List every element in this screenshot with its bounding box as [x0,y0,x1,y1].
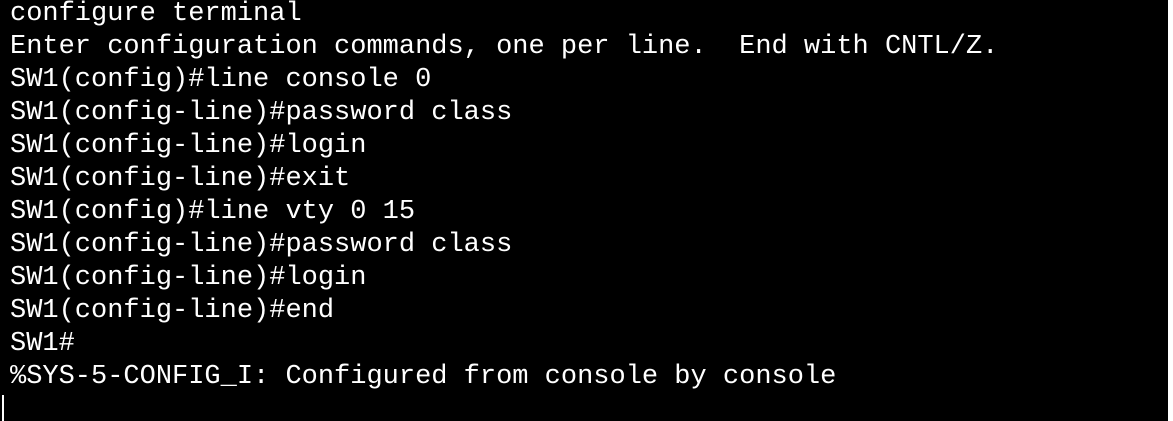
terminal-line-exit: SW1(config-line)#exit [10,164,351,194]
terminal-window[interactable]: configure terminal Enter configuration c… [0,0,1168,421]
terminal-line-vty: SW1(config)#line vty 0 15 [10,197,416,227]
terminal-line-configure: configure terminal [10,0,302,29]
terminal-line-password-vty: SW1(config-line)#password class [10,230,513,260]
text-cursor [2,395,4,421]
terminal-cursor-line[interactable] [2,394,1168,421]
terminal-line-console: SW1(config)#line console 0 [10,65,432,95]
terminal-line-syslog: %SYS-5-CONFIG_I: Configured from console… [10,362,837,392]
terminal-line-password-console: SW1(config-line)#password class [10,98,513,128]
terminal-line-prompt: SW1# [10,329,75,359]
terminal-line-login-vty: SW1(config-line)#login [10,263,367,293]
terminal-line-end: SW1(config-line)#end [10,296,335,326]
terminal-line-enter-config: Enter configuration commands, one per li… [10,32,999,62]
terminal-line-login-console: SW1(config-line)#login [10,131,367,161]
